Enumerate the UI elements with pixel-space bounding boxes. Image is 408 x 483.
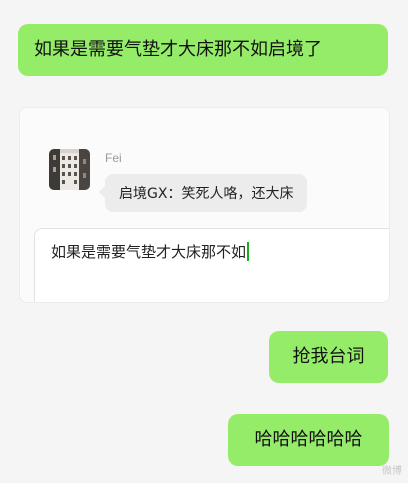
building-photo-avatar-icon: [49, 149, 90, 190]
embedded-chat-screenshot[interactable]: Fei 启境GX：笑死人咯，还大床 如果是需要气垫才大床那不如: [19, 107, 390, 303]
incoming-message-bubble[interactable]: 启境GX：笑死人咯，还大床: [98, 174, 308, 212]
outgoing-message-text: 如果是需要气垫才大床那不如启境了: [34, 39, 322, 60]
watermark: 微博: [382, 466, 402, 477]
outgoing-message-bubble[interactable]: 哈哈哈哈哈哈: [228, 414, 389, 466]
message-input-text: 如果是需要气垫才大床那不如: [51, 243, 247, 261]
incoming-message-text: 启境GX：笑死人咯，还大床: [119, 186, 294, 202]
sender-name: Fei: [105, 151, 122, 165]
text-cursor: [247, 242, 250, 261]
message-input[interactable]: 如果是需要气垫才大床那不如: [34, 228, 389, 302]
avatar[interactable]: [49, 149, 90, 190]
outgoing-message-bubble[interactable]: 抢我台词: [269, 331, 388, 383]
outgoing-message-text: 哈哈哈哈哈哈: [254, 429, 363, 450]
outgoing-message-bubble[interactable]: 如果是需要气垫才大床那不如启境了: [18, 24, 388, 76]
outgoing-message-text: 抢我台词: [292, 346, 365, 367]
